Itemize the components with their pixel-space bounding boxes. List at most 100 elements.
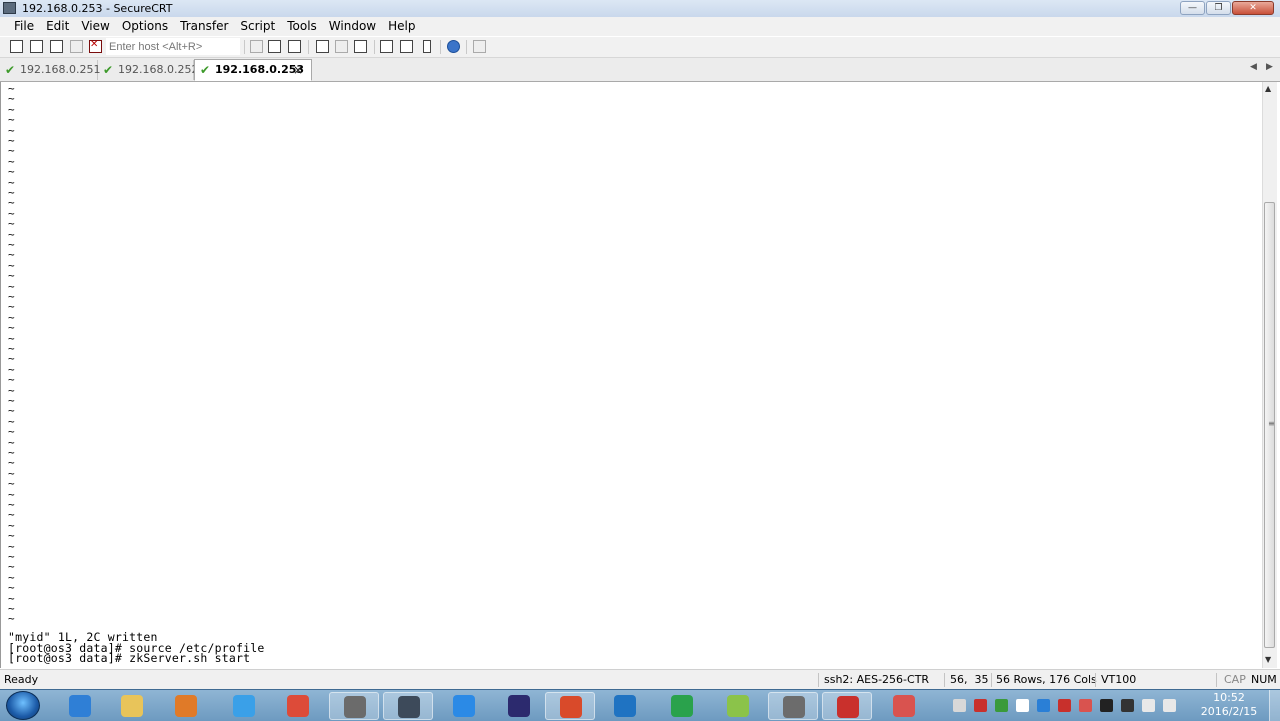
tab-192-168-0-253[interactable]: ✔ 192.168.0.253 × [194, 59, 312, 81]
tab-next-icon[interactable]: ▶ [1266, 62, 1273, 72]
tab-prev-icon[interactable]: ◀ [1250, 62, 1257, 72]
network-icon[interactable] [1142, 699, 1155, 712]
connect-icon[interactable] [10, 40, 23, 53]
print-setup-icon[interactable] [354, 40, 367, 53]
taskbar-item[interactable] [768, 692, 818, 720]
status-separator [1095, 673, 1096, 687]
taskbar-item[interactable] [713, 692, 763, 720]
grip-icon: ≡ [1268, 419, 1275, 428]
keyboard-icon[interactable] [953, 699, 966, 712]
maximize-button[interactable]: ❐ [1206, 1, 1231, 15]
check-icon: ✔ [103, 63, 114, 77]
help-icon[interactable] [447, 40, 460, 53]
qq-icon[interactable] [1100, 699, 1113, 712]
taskbar-item[interactable] [600, 692, 650, 720]
close-tab-icon[interactable]: × [293, 60, 303, 80]
securecrt-icon [344, 696, 366, 718]
enter-host-input[interactable] [106, 38, 240, 55]
disconnect-icon[interactable] [89, 39, 102, 53]
volume-icon[interactable] [1163, 699, 1176, 712]
menu-window[interactable]: Window [323, 17, 382, 36]
minimize-button[interactable]: — [1180, 1, 1205, 15]
pycharm-icon [671, 695, 693, 717]
menu-edit[interactable]: Edit [40, 17, 75, 36]
menu-help[interactable]: Help [382, 17, 421, 36]
show-desktop-button[interactable] [1269, 690, 1280, 721]
clock-time: 10:52 [1213, 691, 1245, 704]
eclipse-icon [508, 695, 530, 717]
print-selection-icon[interactable] [335, 40, 348, 53]
tray-red3-icon[interactable] [1079, 699, 1092, 712]
tray-blue-icon[interactable] [1037, 699, 1050, 712]
close-button[interactable]: ✕ [1232, 1, 1274, 15]
tray-red-icon[interactable] [974, 699, 987, 712]
status-ready: Ready [4, 673, 39, 686]
tray-green-icon[interactable] [995, 699, 1008, 712]
status-cipher: ssh2: AES-256-CTR [824, 673, 930, 686]
chrome-icon [287, 695, 309, 717]
internet-explorer-icon [69, 695, 91, 717]
taskbar-item[interactable] [439, 692, 489, 720]
menu-transfer[interactable]: Transfer [174, 17, 234, 36]
sftp-icon[interactable] [473, 40, 486, 53]
toolbar-separator [308, 40, 309, 54]
clock-date: 2016/2/15 [1200, 705, 1258, 718]
status-separator [1216, 673, 1217, 687]
start-button[interactable] [6, 691, 40, 720]
menu-script[interactable]: Script [234, 17, 281, 36]
print-icon[interactable] [316, 40, 329, 53]
session-tab-bar: ✔ 192.168.0.251 ✔ 192.168.0.252 ✔ 192.16… [0, 58, 1280, 82]
vim-tilde: ~ [8, 612, 15, 626]
taskbar-item[interactable] [273, 692, 323, 720]
taskbar-item[interactable] [161, 692, 211, 720]
securecrt-app-icon[interactable] [3, 2, 16, 14]
terminal-screen[interactable]: ~ ~ ~ ~ ~ ~ ~ ~ ~ ~ ~ ~ ~ ~ ~ ~ ~ ~ ~ ~ ~ ~ ~ ~ ~ ~ ~ ~ ~ ~ ~ ~ ~ ~ ~ ~ ~ ~ ~ ~… [0, 82, 1262, 668]
toolbar [0, 37, 1280, 58]
paste-icon[interactable] [268, 40, 281, 53]
tray-dark-icon[interactable] [1121, 699, 1134, 712]
reconnect-icon[interactable] [70, 40, 83, 53]
find-icon[interactable] [288, 40, 301, 53]
quick-connect-icon[interactable] [30, 40, 43, 53]
toolbar-separator [244, 40, 245, 54]
taskbar-item[interactable] [55, 692, 105, 720]
keymap-icon[interactable] [423, 40, 431, 53]
vertical-scrollbar[interactable]: ▲ ≡ ▼ [1262, 82, 1277, 668]
eraser-app-icon [893, 695, 915, 717]
connect-tab-icon[interactable] [50, 40, 63, 53]
taskbar-item[interactable] [545, 692, 595, 720]
taskbar-item[interactable] [219, 692, 269, 720]
status-emulation: VT100 [1101, 673, 1137, 686]
taskbar-item[interactable] [657, 692, 707, 720]
session-options-icon[interactable] [380, 40, 393, 53]
toolbar-separator [440, 40, 441, 54]
scrollbar-thumb[interactable]: ≡ [1264, 202, 1275, 648]
pdf-reader-icon [837, 696, 859, 718]
global-options-icon[interactable] [400, 40, 413, 53]
windows-flag-icon[interactable] [1016, 699, 1029, 712]
menu-file[interactable]: File [8, 17, 40, 36]
menu-options[interactable]: Options [116, 17, 174, 36]
copy-icon[interactable] [250, 40, 263, 53]
taskbar-item[interactable] [383, 692, 433, 720]
menu-view[interactable]: View [75, 17, 115, 36]
mindmanager-icon [727, 695, 749, 717]
file-explorer-icon [121, 695, 143, 717]
xmind-icon [560, 696, 582, 718]
system-clock[interactable]: 10:52 2016/2/15 [1194, 691, 1264, 719]
tab-192-168-0-251[interactable]: ✔ 192.168.0.251 [0, 60, 100, 80]
tab-192-168-0-252[interactable]: ✔ 192.168.0.252 [98, 60, 198, 80]
status-separator [944, 673, 945, 687]
tray-red2-icon[interactable] [1058, 699, 1071, 712]
tab-label: 192.168.0.252 [118, 63, 199, 76]
taskbar-item[interactable] [822, 692, 872, 720]
scroll-up-icon[interactable]: ▲ [1265, 84, 1271, 93]
taskbar-item[interactable] [107, 692, 157, 720]
menu-tools[interactable]: Tools [281, 17, 323, 36]
status-terminal-size: 56 Rows, 176 Cols [996, 673, 1097, 686]
scroll-down-icon[interactable]: ▼ [1265, 655, 1271, 664]
check-icon: ✔ [5, 63, 16, 77]
taskbar-item[interactable] [879, 692, 929, 720]
taskbar-item[interactable] [329, 692, 379, 720]
taskbar-item[interactable] [494, 692, 544, 720]
